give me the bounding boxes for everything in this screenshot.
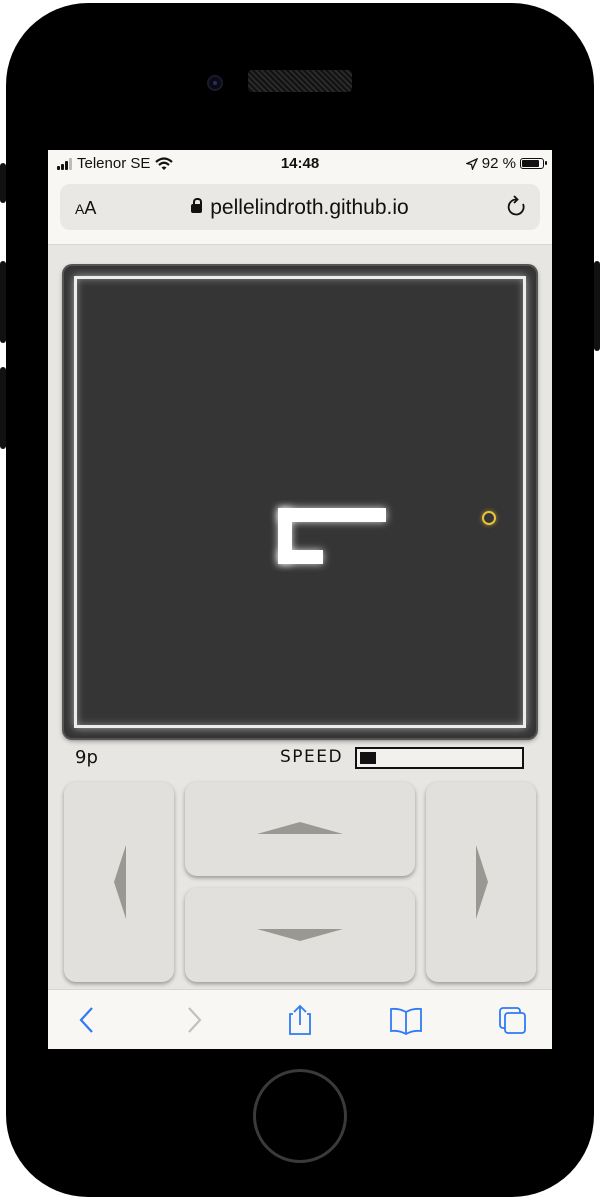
volume-down-button	[0, 367, 6, 449]
volume-up-button	[0, 261, 6, 343]
speed-label: SPEED	[280, 747, 344, 767]
tabs-icon[interactable]	[492, 1004, 532, 1036]
browser-toolbar	[48, 989, 552, 1049]
battery-icon	[520, 158, 547, 169]
battery-percent: 92 %	[481, 155, 516, 172]
front-camera	[207, 75, 223, 91]
battery-level	[522, 160, 539, 167]
reload-icon[interactable]	[506, 195, 528, 219]
location-arrow-icon	[465, 157, 478, 170]
book-icon[interactable]	[386, 1004, 426, 1036]
address-bar[interactable]: AA pellelindroth.github.io	[60, 184, 540, 230]
game-board	[64, 266, 536, 738]
speed-meter	[355, 747, 524, 769]
status-bar: Telenor SE 14:48 92 %	[48, 150, 552, 178]
board-border	[74, 276, 526, 728]
url-field[interactable]: pellelindroth.github.io	[60, 196, 540, 220]
snake-segment	[278, 508, 386, 522]
score-display: 9p	[75, 747, 98, 768]
lock-icon	[191, 198, 203, 213]
down-arrow-icon	[257, 929, 343, 941]
down-button[interactable]	[185, 888, 415, 982]
browser-header: AA pellelindroth.github.io	[48, 178, 552, 245]
earpiece-speaker	[248, 70, 352, 92]
power-button	[594, 261, 600, 351]
snake-segment	[278, 550, 323, 564]
chevron-left-icon[interactable]	[67, 1004, 107, 1036]
food-pellet	[482, 511, 496, 525]
right-button[interactable]	[426, 782, 536, 982]
speed-meter-fill	[360, 752, 376, 764]
chevron-right-icon[interactable]	[175, 1004, 215, 1036]
home-button[interactable]	[253, 1069, 347, 1163]
up-button[interactable]	[185, 782, 415, 876]
url-text: pellelindroth.github.io	[210, 196, 409, 219]
silent-switch	[0, 163, 6, 203]
share-icon[interactable]	[280, 1004, 320, 1036]
left-button[interactable]	[64, 782, 174, 982]
left-arrow-icon	[114, 845, 126, 919]
phone-screen: Telenor SE 14:48 92 % AA pellelindroth.g…	[48, 150, 552, 1049]
right-arrow-icon	[476, 845, 488, 919]
up-arrow-icon	[257, 822, 343, 834]
